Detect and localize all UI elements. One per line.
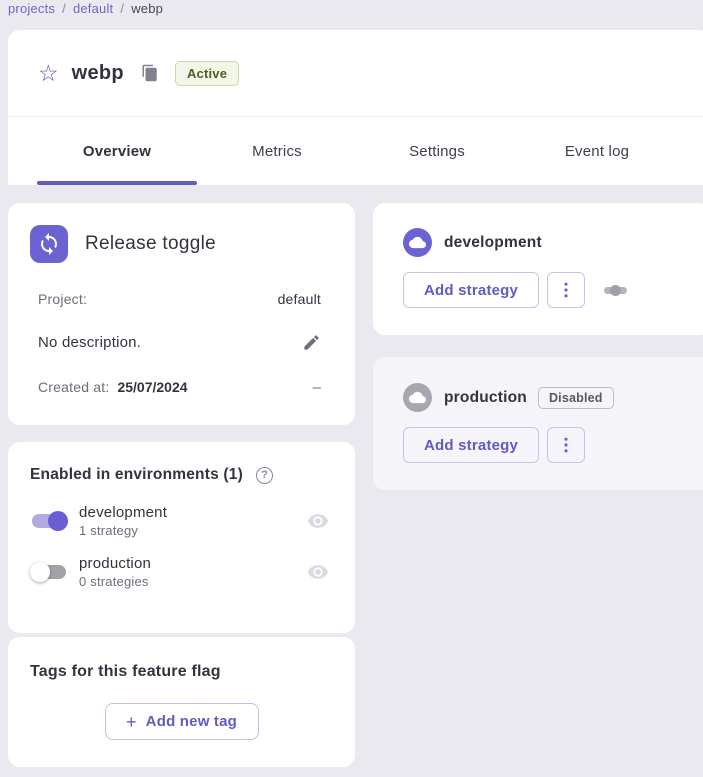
created-row: Created at: 25/07/2024 –: [38, 379, 321, 395]
copy-name-icon[interactable]: [141, 64, 159, 82]
development-environment-panel: development Add strategy: [373, 203, 703, 335]
edit-description-icon[interactable]: [302, 333, 321, 352]
breadcrumb-current-page: webp: [131, 1, 163, 16]
environment-name: production: [79, 555, 151, 572]
environment-panel-name: development: [444, 234, 542, 252]
toggle-thumb: [30, 562, 50, 582]
environment-cloud-icon: [403, 228, 432, 257]
production-panel-actions: Add strategy: [403, 427, 703, 463]
project-row: Project: default: [38, 291, 321, 307]
add-new-tag-label: Add new tag: [146, 713, 237, 730]
collapse-icon[interactable]: –: [313, 380, 321, 395]
environment-panel-name: production: [444, 389, 527, 407]
tab-event-log[interactable]: Event log: [517, 117, 677, 185]
feature-tabs: Overview Metrics Settings Event log: [8, 117, 703, 185]
tags-title: Tags for this feature flag: [30, 663, 333, 681]
help-icon[interactable]: ?: [256, 467, 273, 484]
disabled-badge: Disabled: [538, 387, 614, 409]
feature-header-card: ☆ webp Active Overview Metrics Settings …: [8, 30, 703, 185]
production-panel-header: production Disabled: [403, 383, 703, 412]
plus-icon: +: [126, 713, 137, 731]
tab-overview[interactable]: Overview: [37, 117, 197, 185]
breadcrumb-separator: /: [62, 1, 66, 16]
environments-title-row: Enabled in environments (1) ?: [30, 466, 329, 484]
environments-card: Enabled in environments (1) ? developmen…: [8, 442, 355, 633]
flag-type-label: Release toggle: [85, 233, 216, 255]
flag-type-header: Release toggle: [30, 225, 331, 263]
production-environment-panel: production Disabled Add strategy: [373, 357, 703, 490]
environment-strategy-count: 1 strategy: [79, 523, 167, 538]
tab-settings[interactable]: Settings: [357, 117, 517, 185]
environment-row-development: development 1 strategy: [30, 504, 329, 538]
status-badge: Active: [175, 61, 239, 86]
page-title: webp: [72, 62, 124, 85]
environment-strategy-count: 0 strategies: [79, 574, 151, 589]
favorite-star-icon[interactable]: ☆: [38, 62, 59, 85]
production-toggle[interactable]: [30, 560, 68, 584]
development-panel-actions: Add strategy: [403, 272, 703, 308]
created-value: 25/07/2024: [117, 379, 187, 395]
breadcrumb-projects-link[interactable]: projects: [8, 1, 55, 16]
breadcrumb: projects / default / webp: [8, 1, 163, 16]
environments-title: Enabled in environments (1): [30, 466, 243, 484]
more-options-button[interactable]: [547, 427, 585, 463]
flag-info-rows: Project: default No description. Created…: [30, 291, 331, 395]
add-strategy-button[interactable]: Add strategy: [403, 427, 539, 463]
add-strategy-button[interactable]: Add strategy: [403, 272, 539, 308]
environment-row-production: production 0 strategies: [30, 555, 329, 589]
development-toggle[interactable]: [30, 509, 68, 533]
created-label: Created at:: [38, 379, 109, 395]
breadcrumb-separator: /: [120, 1, 124, 16]
eye-icon[interactable]: [307, 510, 329, 532]
feature-title-row: ☆ webp Active: [8, 30, 703, 117]
eye-icon[interactable]: [307, 561, 329, 583]
environment-name: development: [79, 504, 167, 521]
add-new-tag-button[interactable]: + Add new tag: [105, 703, 259, 740]
release-toggle-icon: [30, 225, 68, 263]
strategy-connector-icon: [604, 287, 627, 294]
environment-cloud-icon: [403, 383, 432, 412]
tags-card: Tags for this feature flag + Add new tag: [8, 637, 355, 767]
more-options-button[interactable]: [547, 272, 585, 308]
description-text: No description.: [38, 334, 141, 351]
description-row: No description.: [38, 333, 321, 352]
breadcrumb-default-link[interactable]: default: [73, 1, 113, 16]
toggle-thumb: [48, 511, 68, 531]
project-value: default: [278, 291, 321, 307]
development-panel-header: development: [403, 228, 703, 257]
tab-metrics[interactable]: Metrics: [197, 117, 357, 185]
flag-details-card: Release toggle Project: default No descr…: [8, 203, 355, 425]
project-label: Project:: [38, 291, 87, 307]
